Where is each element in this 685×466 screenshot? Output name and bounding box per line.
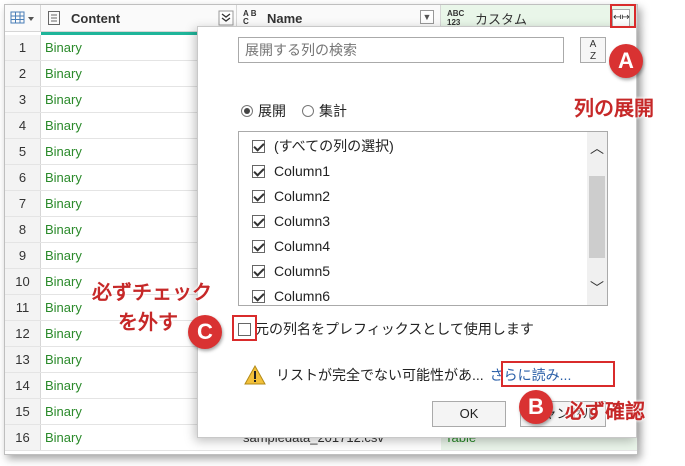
row-number: 14 — [5, 373, 41, 398]
radio-aggregate-label: 集計 — [319, 103, 347, 119]
annotation-b-text: 必ず確認 — [565, 401, 645, 423]
radio-expand-dot — [241, 105, 253, 117]
radio-expand-label: 展開 — [258, 103, 286, 119]
row-number: 2 — [5, 61, 41, 86]
row-number: 16 — [5, 425, 41, 450]
content-cell[interactable]: Binary — [45, 425, 82, 450]
annotation-c-text-1: 必ずチェック — [92, 282, 212, 304]
column-name-label: Column3 — [274, 213, 331, 229]
prefix-label: 元の列名をプレフィックスとして使用します — [255, 321, 534, 337]
annotation-a-badge: A — [609, 44, 643, 78]
content-cell[interactable]: Binary — [45, 87, 82, 112]
sort-z-label: Z — [589, 51, 597, 62]
content-cell[interactable]: Binary — [45, 139, 82, 164]
column-list: Column6 Column5 Column4 Column3 Column2 Colum… — [238, 131, 608, 306]
table-grid-icon — [10, 11, 34, 24]
column-checkbox-item[interactable]: Column2 — [252, 186, 330, 206]
column-search-input[interactable] — [238, 37, 564, 63]
content-cell[interactable]: Binary — [45, 269, 82, 294]
expand-binary-icon[interactable] — [218, 10, 234, 26]
row-number: 8 — [5, 217, 41, 242]
prefix-option[interactable]: 元の列名をプレフィックスとして使用します — [238, 319, 534, 339]
content-cell[interactable]: Binary — [45, 165, 82, 190]
column-checkbox-item[interactable]: Column6 — [252, 286, 331, 305]
content-cell[interactable]: Binary — [45, 399, 82, 424]
content-cell[interactable]: Binary — [45, 113, 82, 138]
scroll-down-icon[interactable]: ﹀ — [587, 278, 607, 298]
column-checkbox-item[interactable]: Column3 — [252, 211, 330, 231]
row-number: 3 — [5, 87, 41, 112]
column-name-label: Column4 — [274, 238, 331, 254]
column-label-content: Content — [71, 10, 121, 26]
radio-aggregate[interactable]: 集計 — [302, 101, 347, 121]
annotation-a-text: 列の展開 — [574, 98, 654, 120]
ok-button[interactable]: OK — [432, 401, 506, 427]
highlight-prefix-checkbox — [232, 315, 257, 341]
annotation-b-badge: B — [519, 390, 553, 424]
radio-expand[interactable]: 展開 — [241, 101, 286, 121]
row-number: 4 — [5, 113, 41, 138]
column-checkbox-item[interactable]: Column4 — [252, 236, 330, 256]
column-checkbox-item[interactable]: Column5 — [252, 261, 330, 281]
column-name-label: Column5 — [274, 263, 331, 279]
row-number: 9 — [5, 243, 41, 268]
content-cell[interactable]: Binary — [45, 191, 82, 216]
row-number: 7 — [5, 191, 41, 216]
highlight-expand-icon — [610, 4, 636, 28]
column-name-label: Column1 — [274, 163, 331, 179]
column-checkbox[interactable] — [252, 189, 265, 203]
select-all-columns-item[interactable]: (すべての列の選択) — [252, 136, 394, 156]
row-number: 6 — [5, 165, 41, 190]
sort-a-label: A — [589, 39, 597, 50]
annotation-c-text-2: を外す — [118, 312, 178, 334]
column-name-label: Column6 — [274, 288, 331, 304]
column-name-label: (すべての列の選択) — [274, 138, 394, 154]
column-checkbox[interactable] — [252, 239, 265, 253]
sort-button[interactable]: A Z — [580, 37, 606, 63]
content-cell[interactable]: Binary — [45, 61, 82, 86]
content-cell[interactable]: Binary — [45, 321, 82, 346]
row-number: 11 — [5, 295, 41, 320]
row-number: 13 — [5, 347, 41, 372]
list-icon — [48, 11, 60, 25]
table-menu-button[interactable] — [5, 5, 41, 31]
column-checkbox-item[interactable]: Column1 — [252, 161, 330, 181]
column-name-label: Column2 — [274, 188, 331, 204]
column-checkbox[interactable] — [252, 264, 265, 278]
column-checkbox[interactable] — [252, 164, 265, 178]
warning-text: リストが完全でない可能性があ... — [276, 367, 484, 383]
highlight-load-more — [501, 361, 615, 387]
any-type-icon: ABC 123 — [447, 9, 465, 27]
scroll-up-icon[interactable]: ︿ — [587, 138, 607, 158]
row-number: 5 — [5, 139, 41, 164]
row-number: 1 — [5, 35, 41, 60]
column-label-name: Name — [267, 10, 303, 26]
text-type-icon: A B C — [243, 9, 257, 26]
row-number: 15 — [5, 399, 41, 424]
warning-icon — [244, 365, 266, 385]
row-number: 12 — [5, 321, 41, 346]
scroll-thumb[interactable] — [589, 176, 605, 258]
row-number: 10 — [5, 269, 41, 294]
content-cell[interactable]: Binary — [45, 217, 82, 242]
annotation-c-badge: C — [188, 315, 222, 349]
content-cell[interactable]: Binary — [45, 35, 82, 60]
content-cell[interactable]: Binary — [45, 373, 82, 398]
column-checkbox[interactable] — [252, 289, 265, 303]
column-checkbox[interactable] — [252, 214, 265, 228]
column-checkbox[interactable] — [252, 139, 265, 153]
column-label-custom: カスタム — [475, 11, 528, 27]
content-cell[interactable]: Binary — [45, 347, 82, 372]
filter-dropdown-icon[interactable]: ▼ — [420, 10, 434, 24]
content-cell[interactable]: Binary — [45, 243, 82, 268]
content-cell[interactable]: Binary — [45, 295, 82, 320]
radio-aggregate-dot — [302, 105, 314, 117]
list-scrollbar[interactable]: ︿ ﹀ — [587, 132, 607, 305]
